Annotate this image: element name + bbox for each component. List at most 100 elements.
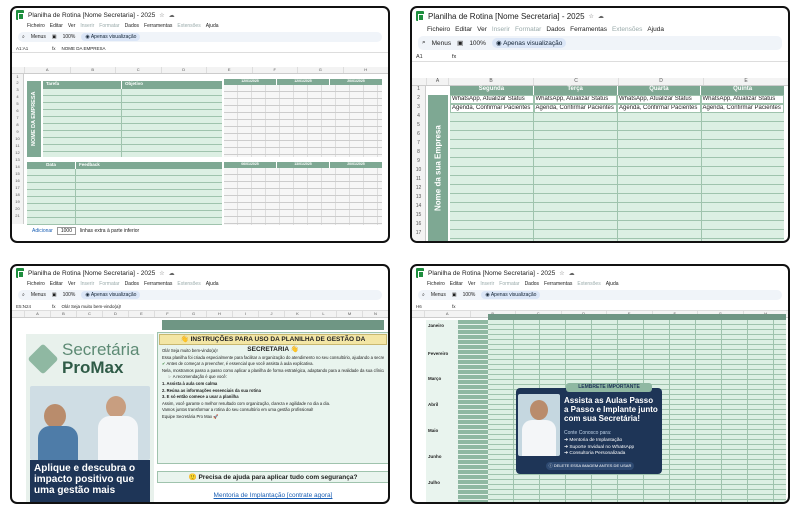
menu-file[interactable]: Ficheiro (427, 281, 445, 287)
menu-tools[interactable]: Ferramentas (544, 281, 572, 287)
task-cell[interactable]: WhatsApp, Atualizar Status (700, 95, 784, 104)
task-cell[interactable]: Agenda, Confirmar Pacientes (533, 104, 617, 113)
menu-view[interactable]: Ver (468, 281, 476, 287)
planner-empty-cells[interactable] (450, 113, 784, 241)
print-icon[interactable]: ▣ (457, 39, 463, 47)
task-cell[interactable]: Agenda, Confirmar Pacientes (617, 104, 701, 113)
task-cell[interactable]: Agenda, Confirmar Pacientes (450, 104, 534, 113)
add-rows-control: Adicionar 1000 linhas extra à parte infe… (32, 227, 139, 235)
menu-help[interactable]: Ajuda (606, 281, 619, 287)
name-box[interactable]: H6 (416, 304, 446, 309)
menu-extensions[interactable]: Extensões (577, 281, 600, 287)
menu-format[interactable]: Formatar (99, 23, 119, 29)
search-icon[interactable]: ⌕ (22, 34, 25, 40)
formula-bar: A1:A1 fx NOME DA EMPRESA (12, 44, 388, 53)
search-icon[interactable]: ⌕ (422, 39, 426, 47)
view-only-button[interactable]: ◉ Apenas visualização (81, 33, 141, 41)
menu-file[interactable]: Ficheiro (27, 281, 45, 287)
star-icon[interactable]: ☆ (589, 13, 594, 20)
name-box[interactable]: A1:A1 (16, 46, 46, 51)
menu-data[interactable]: Dados (546, 26, 565, 33)
menu-edit[interactable]: Editar (450, 281, 463, 287)
task-cell[interactable]: WhatsApp, Atualizar Status (533, 95, 617, 104)
menu-tools[interactable]: Ferramentas (570, 26, 607, 33)
date-grid-cells[interactable] (224, 85, 382, 157)
print-icon[interactable]: ▣ (52, 34, 57, 40)
view-only-button[interactable]: ◉ Apenas visualização (81, 291, 141, 299)
star-icon[interactable]: ☆ (159, 12, 164, 19)
menu-insert[interactable]: Inserir (480, 281, 494, 287)
menu-file[interactable]: Ficheiro (427, 26, 450, 33)
name-box[interactable]: A1 (416, 54, 446, 60)
week-label-column (458, 320, 488, 502)
menu-data[interactable]: Dados (125, 281, 139, 287)
menu-insert[interactable]: Inserir (80, 281, 94, 287)
menu-extensions[interactable]: Extensões (177, 23, 200, 29)
menu-extensions[interactable]: Extensões (612, 26, 642, 33)
delete-image-note[interactable]: ⓘ DELETE ESSA IMAGEM ANTES DE USAR (546, 462, 634, 470)
menu-insert[interactable]: Inserir (80, 23, 94, 29)
document-title[interactable]: Planilha de Rotina [Nome Secretaria] - 2… (428, 270, 555, 277)
task-table-cells[interactable] (43, 89, 222, 157)
menu-tools[interactable]: Ferramentas (144, 23, 172, 29)
task-cell[interactable]: WhatsApp, Atualizar Status (617, 95, 701, 104)
add-rows-button[interactable]: Adicionar (32, 228, 53, 234)
column-header[interactable]: D (618, 78, 703, 85)
menus-button[interactable]: Menus (31, 292, 46, 298)
column-header[interactable]: B (448, 78, 533, 85)
view-only-label: Apenas visualização (503, 40, 563, 47)
search-icon[interactable]: ⌕ (22, 292, 25, 298)
menu-tools[interactable]: Ferramentas (144, 281, 172, 287)
task-cell[interactable]: WhatsApp, Atualizar Status (450, 95, 534, 104)
column-header[interactable]: A (426, 78, 448, 85)
menu-format[interactable]: Formatar (99, 281, 119, 287)
menu-view[interactable]: Ver (68, 281, 76, 287)
menu-view[interactable]: Ver (477, 26, 487, 33)
menus-button[interactable]: Menus (431, 292, 446, 298)
view-only-button[interactable]: ◉ Apenas visualização (481, 291, 541, 299)
star-icon[interactable]: ☆ (559, 270, 564, 277)
menu-edit[interactable]: Editar (455, 26, 472, 33)
print-icon[interactable]: ▣ (52, 292, 57, 298)
menus-button[interactable]: Menus (31, 34, 46, 40)
document-title[interactable]: Planilha de Rotina [Nome Secretaria] - 2… (28, 12, 155, 19)
menu-data[interactable]: Dados (125, 23, 139, 29)
print-icon[interactable]: ▣ (452, 292, 457, 298)
menus-button[interactable]: Menus (432, 40, 452, 47)
zoom-select[interactable]: 100% (469, 40, 486, 47)
formula-input[interactable]: Olá! Seja muito bem-vindo(a)! (62, 304, 122, 309)
zoom-select[interactable]: 100% (63, 34, 76, 40)
menu-insert[interactable]: Inserir (492, 26, 510, 33)
view-only-button[interactable]: ◉ Apenas visualização (491, 38, 567, 48)
sheet-grid[interactable]: A B C D E 1 2 3 4 5 6 7 8 9 10 11 12 13 … (412, 78, 788, 241)
search-icon[interactable]: ⌕ (422, 292, 425, 298)
menu-format[interactable]: Formatar (515, 26, 541, 33)
menu-extensions[interactable]: Extensões (177, 281, 200, 287)
menu-format[interactable]: Formatar (499, 281, 519, 287)
zoom-select[interactable]: 100% (463, 292, 476, 298)
zoom-select[interactable]: 100% (63, 292, 76, 298)
rows-count-input[interactable]: 1000 (56, 227, 76, 235)
column-header[interactable]: E (703, 78, 788, 85)
menu-help[interactable]: Ajuda (206, 281, 219, 287)
task-cell[interactable]: Agenda, Confirmar Pacientes (700, 104, 784, 113)
document-title[interactable]: Planilha de Rotina [Nome Secretaria] - 2… (28, 270, 155, 277)
menu-help[interactable]: Ajuda (206, 23, 219, 29)
menu-data[interactable]: Dados (525, 281, 539, 287)
menu-view[interactable]: Ver (68, 23, 76, 29)
date-grid-cells-2[interactable] (224, 168, 382, 225)
column-header[interactable]: C (533, 78, 618, 85)
menu-edit[interactable]: Editar (50, 23, 63, 29)
feedback-table-cells[interactable] (27, 169, 222, 225)
star-icon[interactable]: ☆ (159, 270, 164, 277)
menu-help[interactable]: Ajuda (647, 26, 664, 33)
formula-input[interactable]: NOME DA EMPRESA (62, 46, 106, 51)
mentoring-link[interactable]: Mentoria de Implantação [contrate agora] (157, 492, 388, 499)
delete-note-text: DELETE ESSA IMAGEM ANTES DE USAR (553, 463, 632, 468)
sheet-grid[interactable]: ABCDEFGH 1 2 3 4 5 6 7 8 9 10 11 12 13 1… (12, 67, 388, 241)
menu-file[interactable]: Ficheiro (27, 23, 45, 29)
bullet-text: Suporte Invidual no WhatsApp (569, 444, 635, 450)
document-title[interactable]: Planilha de Rotina [Nome Secretaria] - 2… (428, 12, 585, 21)
menu-edit[interactable]: Editar (50, 281, 63, 287)
name-box[interactable]: E5:N24 (16, 304, 46, 309)
